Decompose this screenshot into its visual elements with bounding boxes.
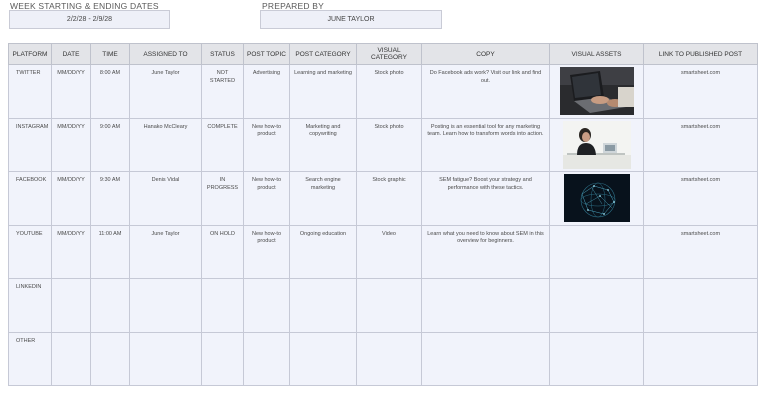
table-row: YOUTUBE MM/DD/YY 11:00 AM June Taylor ON… <box>8 224 758 279</box>
cell-assigned[interactable]: Hanako McCleary <box>129 117 202 172</box>
cell-copy[interactable]: Posting is an essential tool for any mar… <box>421 117 550 172</box>
prepared-by-field[interactable]: JUNE TAYLOR <box>260 10 442 29</box>
col-date: DATE <box>51 43 91 65</box>
cell-category[interactable] <box>289 278 357 333</box>
cell-topic[interactable]: Advertising <box>243 64 290 119</box>
cell-time[interactable] <box>90 331 130 386</box>
cell-visual-category[interactable]: Stock photo <box>356 64 422 119</box>
cell-topic[interactable]: New how-to product <box>243 171 290 226</box>
col-post-category: POST CATEGORY <box>289 43 357 65</box>
cell-link[interactable] <box>643 331 758 386</box>
table-row: INSTAGRAM MM/DD/YY 9:00 AM Hanako McClea… <box>8 117 758 172</box>
cell-visual-asset[interactable] <box>549 117 644 172</box>
cell-platform[interactable]: FACEBOOK <box>8 171 52 226</box>
cell-category[interactable] <box>289 331 357 386</box>
cell-link[interactable]: smartsheet.com <box>643 171 758 226</box>
cell-platform[interactable]: INSTAGRAM <box>8 117 52 172</box>
cell-assigned[interactable]: Denis Vidal <box>129 171 202 226</box>
cell-visual-category[interactable]: Stock photo <box>356 117 422 172</box>
cell-date[interactable]: MM/DD/YY <box>51 117 91 172</box>
cell-status[interactable]: COMPLETE <box>201 117 244 172</box>
cell-time[interactable]: 9:00 AM <box>90 117 130 172</box>
cell-date[interactable]: MM/DD/YY <box>51 224 91 279</box>
cell-topic[interactable] <box>243 278 290 333</box>
cell-copy[interactable]: Do Facebook ads work? Visit our link and… <box>421 64 550 119</box>
cell-category[interactable]: Marketing and copywriting <box>289 117 357 172</box>
cell-status[interactable] <box>201 331 244 386</box>
cell-category[interactable]: Ongoing education <box>289 224 357 279</box>
cell-assigned[interactable]: June Taylor <box>129 224 202 279</box>
cell-topic[interactable]: New how-to product <box>243 117 290 172</box>
table-row: TWITTER MM/DD/YY 8:00 AM June Taylor NOT… <box>8 64 758 119</box>
cell-visual-category[interactable]: Video <box>356 224 422 279</box>
cell-platform[interactable]: YOUTUBE <box>8 224 52 279</box>
cell-visual-asset[interactable] <box>549 331 644 386</box>
cell-copy[interactable] <box>421 331 550 386</box>
cell-time[interactable] <box>90 278 130 333</box>
cell-assigned[interactable]: June Taylor <box>129 64 202 119</box>
cell-visual-category[interactable]: Stock graphic <box>356 171 422 226</box>
cell-link[interactable]: smartsheet.com <box>643 117 758 172</box>
content-calendar-table: PLATFORM DATE TIME ASSIGNED TO STATUS PO… <box>8 43 758 386</box>
cell-status[interactable]: IN PROGRESS <box>201 171 244 226</box>
cell-platform[interactable]: OTHER <box>8 331 52 386</box>
table-row: LINKEDIN <box>8 278 758 333</box>
col-visual-assets: VISUAL ASSETS <box>549 43 644 65</box>
col-time: TIME <box>90 43 130 65</box>
cell-date[interactable]: MM/DD/YY <box>51 64 91 119</box>
col-assigned-to: ASSIGNED TO <box>129 43 202 65</box>
table-row: OTHER <box>8 331 758 386</box>
cell-platform[interactable]: LINKEDIN <box>8 278 52 333</box>
col-link: LINK TO PUBLISHED POST <box>643 43 758 65</box>
cell-date[interactable]: MM/DD/YY <box>51 171 91 226</box>
week-dates-field[interactable]: 2/2/28 - 2/9/28 <box>9 10 170 29</box>
cell-visual-asset[interactable] <box>549 224 644 279</box>
col-post-topic: POST TOPIC <box>243 43 290 65</box>
cell-date[interactable] <box>51 278 91 333</box>
col-visual-category: VISUAL CATEGORY <box>356 43 422 65</box>
cell-status[interactable]: NOT STARTED <box>201 64 244 119</box>
cell-visual-asset[interactable] <box>549 171 644 226</box>
cell-category[interactable]: Search engine marketing <box>289 171 357 226</box>
cell-assigned[interactable] <box>129 331 202 386</box>
cell-visual-category[interactable] <box>356 331 422 386</box>
cell-link[interactable] <box>643 278 758 333</box>
col-copy: COPY <box>421 43 550 65</box>
cell-time[interactable]: 8:00 AM <box>90 64 130 119</box>
col-status: STATUS <box>201 43 244 65</box>
cell-visual-asset[interactable] <box>549 64 644 119</box>
cell-date[interactable] <box>51 331 91 386</box>
cell-time[interactable]: 11:00 AM <box>90 224 130 279</box>
table-row: FACEBOOK MM/DD/YY 9:30 AM Denis Vidal IN… <box>8 171 758 226</box>
cell-copy[interactable]: SEM fatigue? Boost your strategy and per… <box>421 171 550 226</box>
cell-platform[interactable]: TWITTER <box>8 64 52 119</box>
cell-time[interactable]: 9:30 AM <box>90 171 130 226</box>
cell-visual-asset[interactable] <box>549 278 644 333</box>
cell-topic[interactable] <box>243 331 290 386</box>
cell-assigned[interactable] <box>129 278 202 333</box>
cell-status[interactable]: ON HOLD <box>201 224 244 279</box>
laptop-hands-photo <box>559 67 634 115</box>
cell-category[interactable]: Learning and marketing <box>289 64 357 119</box>
cell-copy[interactable]: Learn what you need to know about SEM in… <box>421 224 550 279</box>
cell-copy[interactable] <box>421 278 550 333</box>
cell-link[interactable]: smartsheet.com <box>643 224 758 279</box>
col-platform: PLATFORM <box>8 43 52 65</box>
network-globe-graphic <box>563 174 630 222</box>
cell-topic[interactable]: New how-to product <box>243 224 290 279</box>
cell-link[interactable]: smartsheet.com <box>643 64 758 119</box>
header-row: PLATFORM DATE TIME ASSIGNED TO STATUS PO… <box>8 43 758 65</box>
woman-at-desk-photo <box>562 120 631 169</box>
cell-status[interactable] <box>201 278 244 333</box>
cell-visual-category[interactable] <box>356 278 422 333</box>
